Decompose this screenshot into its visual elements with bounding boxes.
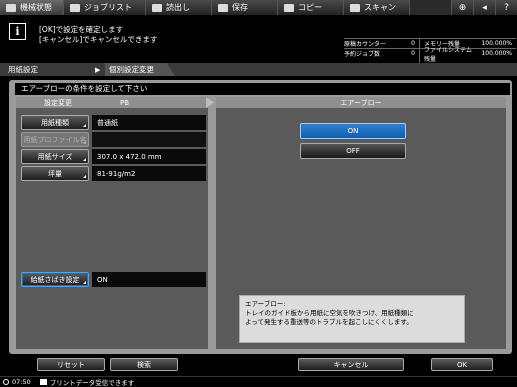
paper-size-value: 307.0 x 472.0 mm xyxy=(92,149,206,164)
paper-profile-value xyxy=(92,132,206,147)
air-blow-on-button[interactable]: ON xyxy=(300,123,406,139)
air-blow-header: エアーブロー xyxy=(216,97,506,108)
paper-size-button[interactable]: 用紙サイズ xyxy=(21,149,89,164)
weight-button[interactable]: 坪量 xyxy=(21,166,89,181)
breadcrumb: 用紙設定 ▶ 個別設定変更 xyxy=(0,63,517,76)
status-time: 07:50 xyxy=(12,378,31,386)
tab-machine-status[interactable]: 機械状態 xyxy=(0,0,64,15)
paper-type-button[interactable]: 用紙種類 xyxy=(21,115,89,130)
feed-assist-button[interactable]: 給紙さばき設定 xyxy=(21,272,89,287)
weight-row: 坪量 81-91g/m2 xyxy=(21,166,206,181)
settings-panel: エアーブローの条件を設定して下さい 設定変更 PB 用紙種類 普通紙 用紙プロフ… xyxy=(9,80,512,354)
tab-recall[interactable]: 読出し xyxy=(146,0,212,15)
air-blow-section: エアーブロー ON OFF エアーブロー: トレイのガイド板から用紙に空気を吹き… xyxy=(216,97,506,349)
feed-assist-value: ON xyxy=(92,272,206,287)
breadcrumb-arrow-icon: ▶ xyxy=(95,65,101,74)
search-button[interactable]: 検索 xyxy=(110,358,178,371)
breadcrumb-individual-settings: 個別設定変更 xyxy=(105,63,175,76)
section-arrow-icon xyxy=(206,97,214,108)
tab-scan[interactable]: スキャン xyxy=(344,0,410,15)
paper-profile-row: 用紙プロファイル名 xyxy=(21,132,206,147)
store-icon xyxy=(218,3,228,12)
counter-table: 原稿カウンター 0 メモリー残量 100.000% 予約ジョブ数 0 ファイルシ… xyxy=(344,38,516,63)
memory-remaining-value: 100.000% xyxy=(481,40,512,47)
weight-value: 81-91g/m2 xyxy=(92,166,206,181)
scan-icon xyxy=(350,3,360,12)
reserved-jobs-value: 0 xyxy=(411,50,415,57)
tab-job-list[interactable]: ジョブリスト xyxy=(64,0,146,15)
tab-store[interactable]: 保存 xyxy=(212,0,278,15)
recall-icon xyxy=(152,3,162,12)
paper-profile-button: 用紙プロファイル名 xyxy=(21,132,89,147)
tab-copy[interactable]: コピー xyxy=(278,0,344,15)
description-line-1: トレイのガイド板から用紙に空気を吹きつけ、用紙種類に xyxy=(245,309,414,317)
status-text: プリントデータ受信できます xyxy=(49,379,135,387)
speaker-icon[interactable]: ◂ xyxy=(473,0,495,15)
status-bar: 07:50 プリントデータ受信できます xyxy=(0,376,517,387)
job-list-icon xyxy=(70,3,80,12)
filesystem-remaining-label: ファイルシステム残量 xyxy=(419,44,475,63)
settings-change-header: 設定変更 PB xyxy=(16,97,208,108)
paper-type-row: 用紙種類 普通紙 xyxy=(21,115,206,130)
description-line-2: よって発生する重送等のトラブルを起こしにくくします。 xyxy=(245,318,413,326)
paper-type-value: 普通紙 xyxy=(92,115,206,130)
tray-name: PB xyxy=(120,98,130,107)
air-blow-off-button[interactable]: OFF xyxy=(300,143,406,159)
printer-icon xyxy=(39,379,47,385)
settings-change-title: 設定変更 xyxy=(44,98,72,107)
description-title: エアーブロー: xyxy=(245,300,286,308)
reserved-jobs-label: 予約ジョブ数 xyxy=(344,51,381,58)
feed-assist-row: 給紙さばき設定 ON xyxy=(21,272,206,287)
cancel-button[interactable]: キャンセル xyxy=(298,358,404,371)
help-icon[interactable]: ? xyxy=(495,0,517,15)
machine-status-icon xyxy=(6,3,16,12)
air-blow-description: エアーブロー: トレイのガイド板から用紙に空気を吹きつけ、用紙種類に よって発生… xyxy=(239,295,465,343)
breadcrumb-paper-settings[interactable]: 用紙設定 xyxy=(0,64,95,75)
filesystem-remaining-value: 100.000% xyxy=(481,50,512,57)
globe-icon[interactable]: ⊕ xyxy=(451,0,473,15)
top-tab-bar: 機械状態 ジョブリスト 読出し 保存 コピー スキャン ⊕ ◂ ? xyxy=(0,0,517,15)
clock-icon xyxy=(3,379,9,385)
reset-button[interactable]: リセット xyxy=(37,358,105,371)
original-counter-label: 原稿カウンター xyxy=(344,41,387,48)
panel-title: エアーブローの条件を設定して下さい xyxy=(15,83,510,95)
message-line-2: [キャンセル]でキャンセルできます xyxy=(39,35,158,44)
ok-button[interactable]: OK xyxy=(431,358,493,371)
original-counter-value: 0 xyxy=(411,40,415,47)
message-area: i [OK]で設定を確定します [キャンセル]でキャンセルできます 原稿カウンタ… xyxy=(0,15,517,63)
settings-change-section: 設定変更 PB 用紙種類 普通紙 用紙プロファイル名 用紙サイズ 307.0 x… xyxy=(16,97,208,349)
info-icon: i xyxy=(9,23,26,40)
paper-size-row: 用紙サイズ 307.0 x 472.0 mm xyxy=(21,149,206,164)
copy-icon xyxy=(284,3,294,12)
